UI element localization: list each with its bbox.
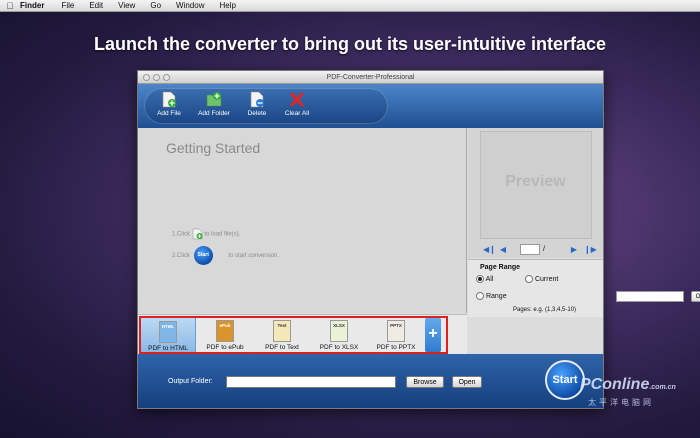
delete-label: Delete	[247, 110, 267, 117]
add-folder-label: Add Folder	[198, 110, 230, 117]
radio-current[interactable]: Current	[525, 275, 558, 283]
clear-all-button[interactable]: Clear All	[272, 88, 322, 124]
page-navigation: ◀❙ ◀ / ▶ ❙▶	[468, 241, 603, 258]
getting-started-step-2: 2.Click Start to start conversion.	[172, 246, 279, 265]
step-1-prefix: 1.Click	[172, 231, 191, 238]
add-file-label: Add File	[157, 110, 181, 117]
step-1-suffix: to load file(s).	[204, 231, 241, 238]
radio-all-label: All	[485, 275, 494, 283]
previous-page-icon[interactable]: ◀	[498, 245, 508, 255]
radio-all-control[interactable]	[476, 275, 484, 283]
first-page-icon[interactable]: ◀❙	[483, 245, 496, 255]
delete-icon	[250, 91, 264, 108]
watermark-suffix: .com.cn	[649, 384, 676, 391]
clear-all-label: Clear All	[284, 110, 310, 117]
add-file-icon	[192, 228, 203, 240]
radio-all[interactable]: All	[476, 275, 493, 283]
zoom-window-button[interactable]	[163, 74, 170, 81]
output-folder-input[interactable]	[226, 376, 396, 388]
browse-button[interactable]: Browse	[406, 376, 444, 388]
title-bar: PDF-Converter-Professional	[138, 71, 603, 84]
last-page-icon[interactable]: ❙▶	[584, 245, 597, 255]
open-button[interactable]: Open	[452, 376, 482, 388]
step-2-prefix: 2.Click	[172, 253, 191, 260]
page-range-hint: Pages: e.g. (1,3,4,5-10)	[513, 307, 577, 313]
getting-started-step-1: 1.Click to load file(s).	[172, 228, 240, 240]
menu-window[interactable]: Window	[176, 1, 204, 10]
headline: Launch the converter to bring out its us…	[93, 34, 607, 54]
window-title: PDF-Converter-Professional	[326, 74, 415, 81]
close-window-button[interactable]	[143, 74, 150, 81]
radio-current-control[interactable]	[525, 275, 533, 283]
radio-range-control[interactable]	[476, 292, 484, 300]
menu-go[interactable]: Go	[150, 1, 161, 10]
add-file-button[interactable]: Add File	[144, 88, 194, 124]
radio-current-label: Current	[534, 275, 559, 283]
menu-view[interactable]: View	[118, 1, 135, 10]
app-window: PDF-Converter-Professional Add File Add …	[137, 70, 700, 409]
page-range-title: Page Range	[480, 264, 521, 271]
radio-range[interactable]: Range	[476, 292, 507, 300]
menu-bar:  Finder File Edit View Go Window Help	[0, 0, 700, 12]
menu-file[interactable]: File	[61, 1, 74, 10]
page-range-panel: Page Range All Current Range Pages: e.g.…	[468, 259, 603, 317]
start-button[interactable]: Start	[545, 360, 585, 400]
page-separator: /	[543, 246, 545, 253]
ok-button[interactable]: Ok	[691, 291, 700, 302]
getting-started-title: Getting Started	[166, 140, 261, 156]
preview-label: Preview	[505, 173, 566, 190]
toolbar: Add File Add Folder Delete Clear All	[138, 84, 603, 128]
menu-app[interactable]: Finder	[20, 1, 44, 10]
output-folder-label: Output Folder:	[168, 378, 213, 385]
clear-all-icon	[290, 92, 304, 107]
menu-edit[interactable]: Edit	[89, 1, 103, 10]
watermark-logo: PConline.com.cn	[580, 376, 676, 394]
format-highlight-box	[139, 316, 448, 354]
step-2-suffix: to start conversion.	[228, 253, 280, 260]
watermark-chinese: 太平洋电脑网	[588, 398, 654, 407]
apple-icon[interactable]: 	[0, 1, 20, 11]
next-page-icon[interactable]: ▶	[569, 245, 579, 255]
start-hint-icon: Start	[193, 246, 213, 265]
menu-help[interactable]: Help	[219, 1, 235, 10]
page-number-input[interactable]	[520, 244, 540, 255]
add-file-icon	[162, 91, 176, 108]
add-folder-icon	[206, 92, 222, 107]
radio-range-label: Range	[485, 292, 507, 300]
watermark-brand: PConline	[580, 376, 650, 393]
minimize-window-button[interactable]	[153, 74, 160, 81]
page-range-input[interactable]	[616, 291, 684, 302]
